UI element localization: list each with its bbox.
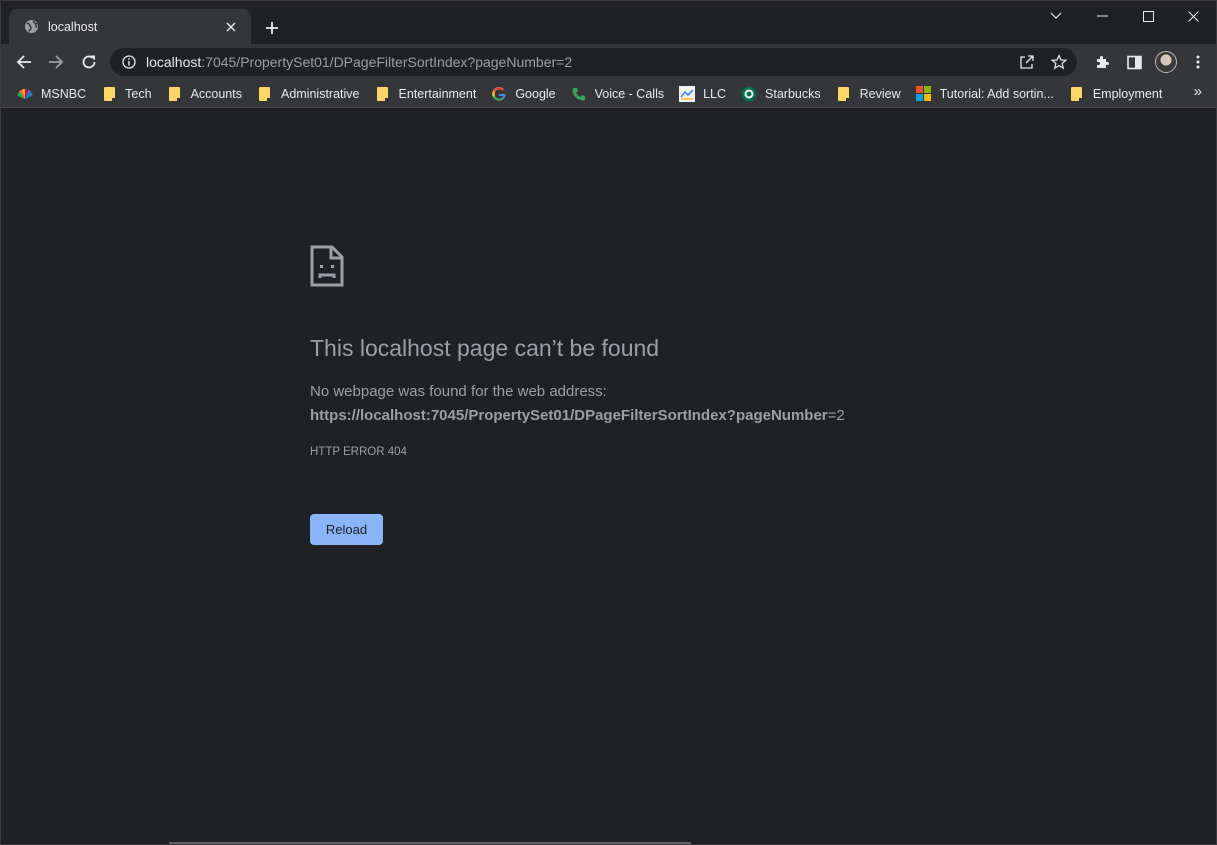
tab-localhost[interactable]: localhost [9, 9, 251, 44]
bookmark-label: MSNBC [41, 86, 87, 101]
bookmark-folder-review[interactable]: Review [834, 82, 907, 106]
bookmark-label: LLC [703, 86, 727, 101]
close-tab-icon[interactable] [221, 17, 241, 37]
globe-icon [23, 19, 39, 35]
bookmark-star-icon[interactable] [1047, 50, 1071, 74]
bookmarks-bar: MSNBC Tech Accounts Administrative Enter… [1, 80, 1216, 108]
new-tab-button[interactable] [259, 15, 285, 41]
toolbar: localhost:7045/PropertySet01/DPageFilter… [1, 44, 1216, 80]
bookmark-starbucks[interactable]: Starbucks [739, 82, 827, 106]
bookmark-label: Administrative [280, 86, 360, 101]
address-bar[interactable]: localhost:7045/PropertySet01/DPageFilter… [110, 48, 1077, 76]
bookmark-folder-entertainment[interactable]: Entertainment [372, 82, 482, 106]
bookmark-label: Google [515, 86, 556, 101]
sad-page-icon [310, 245, 344, 287]
llc-icon [679, 85, 696, 102]
folder-icon [167, 86, 183, 102]
bookmark-voice-calls[interactable]: Voice - Calls [569, 82, 670, 106]
side-panel-icon[interactable] [1120, 48, 1148, 76]
bookmark-label: Tech [125, 86, 152, 101]
reload-icon[interactable] [75, 48, 103, 76]
browser-window: localhost localhost:7045/PropertySet01/D… [0, 0, 1217, 845]
bookmark-label: Starbucks [765, 86, 821, 101]
tab-search-icon[interactable] [1033, 1, 1079, 31]
url-path: :7045/PropertySet01/DPageFilterSortIndex… [201, 54, 573, 70]
error-url-bold: https://localhost:7045/PropertySet01/DPa… [310, 407, 828, 424]
msnbc-icon [17, 86, 33, 102]
url-text[interactable]: localhost:7045/PropertySet01/DPageFilter… [146, 54, 572, 70]
phone-icon [571, 86, 587, 102]
bookmark-label: Review [859, 86, 901, 101]
profile-avatar[interactable] [1152, 48, 1180, 76]
microsoft-icon [916, 86, 932, 102]
minimize-icon[interactable] [1079, 1, 1125, 31]
bookmark-folder-tech[interactable]: Tech [99, 82, 157, 106]
bookmark-label: Entertainment [398, 86, 477, 101]
folder-icon [257, 86, 273, 102]
omnibox-actions [1007, 50, 1071, 74]
bookmark-label: Employment [1092, 86, 1163, 101]
starbucks-icon [741, 86, 757, 102]
error-code: HTTP ERROR 404 [310, 446, 407, 458]
forward-button[interactable] [42, 48, 70, 76]
scrollbar-hint [169, 842, 691, 844]
url-host: localhost [146, 54, 202, 70]
error-description: No webpage was found for the web address… [310, 383, 607, 400]
folder-icon [836, 86, 852, 102]
menu-dots-icon[interactable] [1184, 48, 1212, 76]
tab-title: localhost [48, 19, 98, 34]
share-icon[interactable] [1015, 50, 1039, 74]
folder-icon [374, 86, 390, 102]
error-headline: This localhost page can’t be found [310, 335, 660, 361]
back-button[interactable] [10, 48, 38, 76]
bookmark-folder-administrative[interactable]: Administrative [255, 82, 366, 106]
tab-strip: localhost [1, 1, 1216, 44]
reload-button[interactable]: Reload [310, 514, 383, 545]
bookmark-label: Accounts [190, 86, 242, 101]
close-window-icon[interactable] [1170, 1, 1216, 31]
error-url: https://localhost:7045/PropertySet01/DPa… [310, 407, 845, 424]
toolbar-actions [1088, 48, 1216, 76]
bookmark-tutorial[interactable]: Tutorial: Add sortin... [914, 82, 1060, 106]
avatar [1155, 51, 1177, 73]
bookmark-msnbc[interactable]: MSNBC [15, 82, 92, 106]
bookmark-google[interactable]: Google [489, 82, 561, 106]
bookmark-folder-accounts[interactable]: Accounts [165, 82, 248, 106]
extensions-icon[interactable] [1088, 48, 1116, 76]
bookmark-label: Voice - Calls [594, 86, 665, 101]
folder-icon [101, 86, 117, 102]
page-content: This localhost page can’t be found No we… [1, 109, 1216, 844]
bookmark-label: Tutorial: Add sortin... [939, 86, 1054, 101]
bookmark-folder-employment[interactable]: Employment [1067, 82, 1168, 106]
google-icon [491, 86, 507, 102]
bookmark-llc[interactable]: LLC [677, 82, 732, 106]
folder-icon [1069, 86, 1085, 102]
bookmarks-overflow-icon[interactable]: » [1194, 83, 1202, 100]
maximize-icon[interactable] [1125, 1, 1171, 31]
error-url-tail: =2 [827, 407, 845, 424]
info-icon[interactable] [120, 53, 138, 71]
